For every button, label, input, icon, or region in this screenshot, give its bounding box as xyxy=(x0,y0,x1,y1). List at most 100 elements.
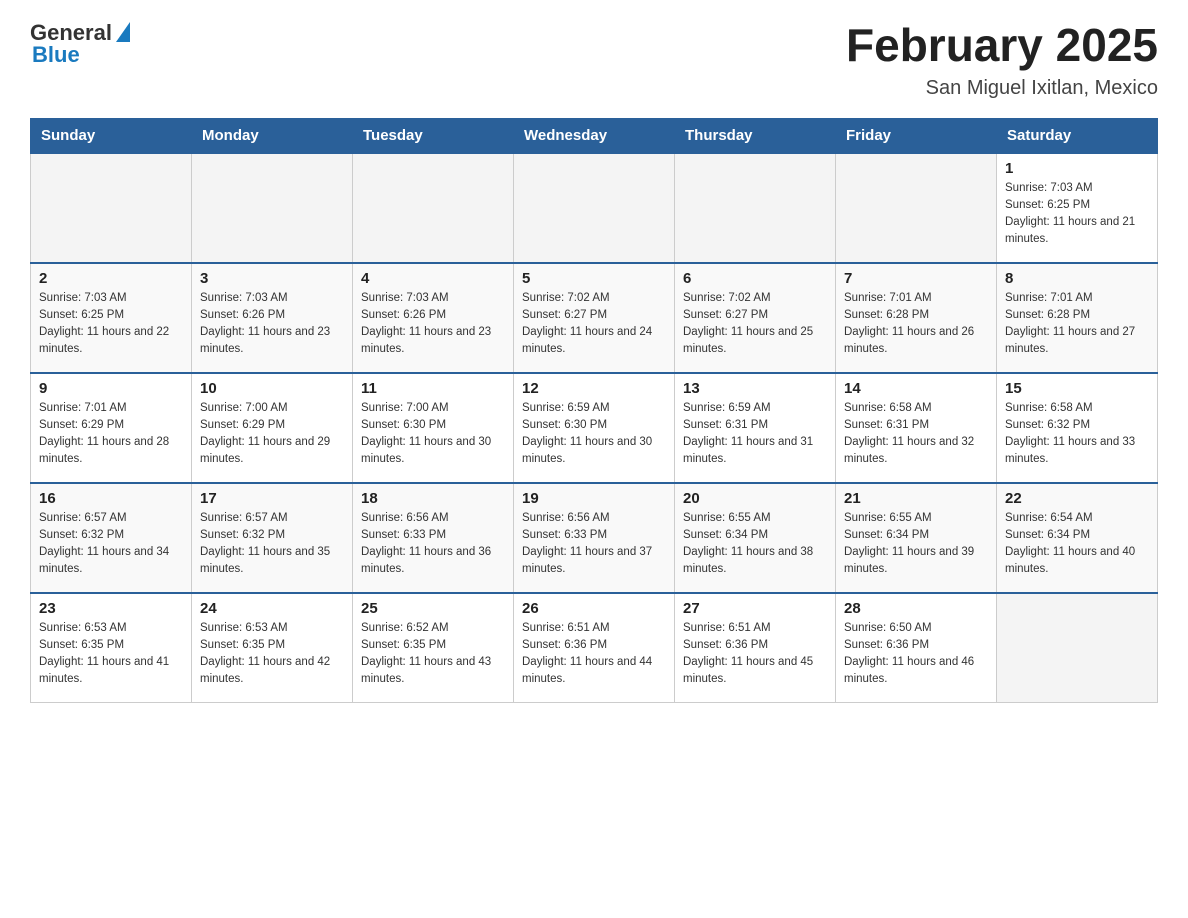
calendar-cell: 8 Sunrise: 7:01 AM Sunset: 6:28 PM Daylig… xyxy=(997,263,1158,373)
calendar-cell: 18 Sunrise: 6:56 AM Sunset: 6:33 PM Dayli… xyxy=(353,483,514,593)
logo-blue-text: Blue xyxy=(32,42,80,68)
calendar-cell: 7 Sunrise: 7:01 AM Sunset: 6:28 PM Daylig… xyxy=(836,263,997,373)
day-info: Sunrise: 6:56 AM Sunset: 6:33 PM Dayligh… xyxy=(522,510,666,579)
month-title: February 2025 xyxy=(846,20,1158,71)
calendar-cell: 21 Sunrise: 6:55 AM Sunset: 6:34 PM Dayli… xyxy=(836,483,997,593)
day-header-tuesday: Tuesday xyxy=(353,118,514,153)
header-row: SundayMondayTuesdayWednesdayThursdayFrid… xyxy=(31,118,1158,153)
calendar-cell: 5 Sunrise: 7:02 AM Sunset: 6:27 PM Daylig… xyxy=(514,263,675,373)
calendar-cell: 23 Sunrise: 6:53 AM Sunset: 6:35 PM Dayli… xyxy=(31,593,192,703)
week-row-5: 23 Sunrise: 6:53 AM Sunset: 6:35 PM Dayli… xyxy=(31,593,1158,703)
calendar-cell: 15 Sunrise: 6:58 AM Sunset: 6:32 PM Dayli… xyxy=(997,373,1158,483)
day-info: Sunrise: 6:51 AM Sunset: 6:36 PM Dayligh… xyxy=(683,620,827,689)
day-number: 24 xyxy=(200,600,344,617)
day-info: Sunrise: 6:53 AM Sunset: 6:35 PM Dayligh… xyxy=(200,620,344,689)
day-number: 23 xyxy=(39,600,183,617)
day-number: 21 xyxy=(844,490,988,507)
day-header-saturday: Saturday xyxy=(997,118,1158,153)
day-number: 3 xyxy=(200,270,344,287)
day-header-friday: Friday xyxy=(836,118,997,153)
day-number: 11 xyxy=(361,380,505,397)
page-header: General Blue February 2025 San Miguel Ix… xyxy=(30,20,1158,100)
day-number: 1 xyxy=(1005,160,1149,177)
day-info: Sunrise: 7:00 AM Sunset: 6:30 PM Dayligh… xyxy=(361,400,505,469)
day-info: Sunrise: 6:58 AM Sunset: 6:31 PM Dayligh… xyxy=(844,400,988,469)
week-row-3: 9 Sunrise: 7:01 AM Sunset: 6:29 PM Daylig… xyxy=(31,373,1158,483)
day-info: Sunrise: 7:00 AM Sunset: 6:29 PM Dayligh… xyxy=(200,400,344,469)
calendar-cell: 22 Sunrise: 6:54 AM Sunset: 6:34 PM Dayli… xyxy=(997,483,1158,593)
calendar-cell: 2Sunrise: 7:03 AM Sunset: 6:25 PM Daylig… xyxy=(31,263,192,373)
day-number: 4 xyxy=(361,270,505,287)
day-info: Sunrise: 6:50 AM Sunset: 6:36 PM Dayligh… xyxy=(844,620,988,689)
day-info: Sunrise: 6:58 AM Sunset: 6:32 PM Dayligh… xyxy=(1005,400,1149,469)
calendar-cell: 19 Sunrise: 6:56 AM Sunset: 6:33 PM Dayli… xyxy=(514,483,675,593)
calendar-cell: 28 Sunrise: 6:50 AM Sunset: 6:36 PM Dayli… xyxy=(836,593,997,703)
day-info: Sunrise: 7:01 AM Sunset: 6:28 PM Dayligh… xyxy=(844,290,988,359)
calendar-table: SundayMondayTuesdayWednesdayThursdayFrid… xyxy=(30,118,1158,704)
calendar-cell: 6 Sunrise: 7:02 AM Sunset: 6:27 PM Daylig… xyxy=(675,263,836,373)
week-row-4: 16 Sunrise: 6:57 AM Sunset: 6:32 PM Dayli… xyxy=(31,483,1158,593)
calendar-cell xyxy=(675,153,836,263)
day-info: Sunrise: 6:57 AM Sunset: 6:32 PM Dayligh… xyxy=(39,510,183,579)
day-number: 12 xyxy=(522,380,666,397)
calendar-cell xyxy=(836,153,997,263)
calendar-cell: 20 Sunrise: 6:55 AM Sunset: 6:34 PM Dayli… xyxy=(675,483,836,593)
day-number: 6 xyxy=(683,270,827,287)
calendar-cell: 24 Sunrise: 6:53 AM Sunset: 6:35 PM Dayli… xyxy=(192,593,353,703)
calendar-cell xyxy=(514,153,675,263)
day-number: 17 xyxy=(200,490,344,507)
day-number: 7 xyxy=(844,270,988,287)
day-number: 18 xyxy=(361,490,505,507)
day-number: 19 xyxy=(522,490,666,507)
day-number: 14 xyxy=(844,380,988,397)
calendar-cell: 3 Sunrise: 7:03 AM Sunset: 6:26 PM Daylig… xyxy=(192,263,353,373)
calendar-cell: 12 Sunrise: 6:59 AM Sunset: 6:30 PM Dayli… xyxy=(514,373,675,483)
day-info: Sunrise: 7:01 AM Sunset: 6:29 PM Dayligh… xyxy=(39,400,183,469)
calendar-cell: 26 Sunrise: 6:51 AM Sunset: 6:36 PM Dayli… xyxy=(514,593,675,703)
day-info: Sunrise: 6:59 AM Sunset: 6:30 PM Dayligh… xyxy=(522,400,666,469)
title-block: February 2025 San Miguel Ixitlan, Mexico xyxy=(846,20,1158,100)
calendar-cell: 25 Sunrise: 6:52 AM Sunset: 6:35 PM Dayli… xyxy=(353,593,514,703)
day-info: Sunrise: 7:02 AM Sunset: 6:27 PM Dayligh… xyxy=(683,290,827,359)
calendar-cell xyxy=(192,153,353,263)
day-number: 25 xyxy=(361,600,505,617)
calendar-cell: 16 Sunrise: 6:57 AM Sunset: 6:32 PM Dayli… xyxy=(31,483,192,593)
day-info: Sunrise: 6:54 AM Sunset: 6:34 PM Dayligh… xyxy=(1005,510,1149,579)
day-info: Sunrise: 6:57 AM Sunset: 6:32 PM Dayligh… xyxy=(200,510,344,579)
calendar-cell: 10Sunrise: 7:00 AM Sunset: 6:29 PM Dayli… xyxy=(192,373,353,483)
day-info: Sunrise: 7:03 AM Sunset: 6:25 PM Dayligh… xyxy=(1005,180,1149,249)
day-number: 22 xyxy=(1005,490,1149,507)
day-number: 27 xyxy=(683,600,827,617)
day-info: Sunrise: 7:02 AM Sunset: 6:27 PM Dayligh… xyxy=(522,290,666,359)
week-row-1: 1 Sunrise: 7:03 AM Sunset: 6:25 PM Daylig… xyxy=(31,153,1158,263)
day-info: Sunrise: 6:59 AM Sunset: 6:31 PM Dayligh… xyxy=(683,400,827,469)
day-info: Sunrise: 6:52 AM Sunset: 6:35 PM Dayligh… xyxy=(361,620,505,689)
day-info: Sunrise: 6:51 AM Sunset: 6:36 PM Dayligh… xyxy=(522,620,666,689)
logo: General Blue xyxy=(30,20,130,68)
day-number: 5 xyxy=(522,270,666,287)
day-number: 26 xyxy=(522,600,666,617)
calendar-cell xyxy=(31,153,192,263)
calendar-cell: 14 Sunrise: 6:58 AM Sunset: 6:31 PM Dayli… xyxy=(836,373,997,483)
day-info: Sunrise: 6:55 AM Sunset: 6:34 PM Dayligh… xyxy=(683,510,827,579)
week-row-2: 2Sunrise: 7:03 AM Sunset: 6:25 PM Daylig… xyxy=(31,263,1158,373)
calendar-cell: 13Sunrise: 6:59 AM Sunset: 6:31 PM Dayli… xyxy=(675,373,836,483)
day-number: 15 xyxy=(1005,380,1149,397)
day-info: Sunrise: 6:56 AM Sunset: 6:33 PM Dayligh… xyxy=(361,510,505,579)
day-header-wednesday: Wednesday xyxy=(514,118,675,153)
day-header-sunday: Sunday xyxy=(31,118,192,153)
day-number: 16 xyxy=(39,490,183,507)
day-info: Sunrise: 7:01 AM Sunset: 6:28 PM Dayligh… xyxy=(1005,290,1149,359)
day-info: Sunrise: 7:03 AM Sunset: 6:26 PM Dayligh… xyxy=(361,290,505,359)
location-title: San Miguel Ixitlan, Mexico xyxy=(846,77,1158,100)
day-number: 9 xyxy=(39,380,183,397)
calendar-cell: 9 Sunrise: 7:01 AM Sunset: 6:29 PM Daylig… xyxy=(31,373,192,483)
calendar-cell: 4 Sunrise: 7:03 AM Sunset: 6:26 PM Daylig… xyxy=(353,263,514,373)
day-info: Sunrise: 7:03 AM Sunset: 6:26 PM Dayligh… xyxy=(200,290,344,359)
day-info: Sunrise: 7:03 AM Sunset: 6:25 PM Dayligh… xyxy=(39,290,183,359)
day-number: 28 xyxy=(844,600,988,617)
day-info: Sunrise: 6:55 AM Sunset: 6:34 PM Dayligh… xyxy=(844,510,988,579)
day-number: 20 xyxy=(683,490,827,507)
day-info: Sunrise: 6:53 AM Sunset: 6:35 PM Dayligh… xyxy=(39,620,183,689)
day-number: 8 xyxy=(1005,270,1149,287)
